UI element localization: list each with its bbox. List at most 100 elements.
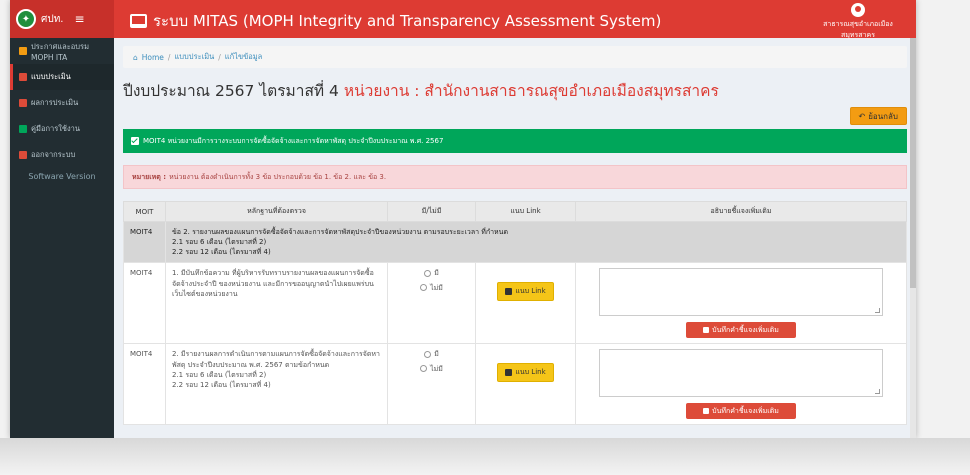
sidebar-item-announcement[interactable]: ประกาศและอบรม MOPH ITA bbox=[10, 38, 114, 64]
explanation-textarea[interactable] bbox=[599, 349, 883, 398]
sidebar-item-assessment[interactable]: แบบประเมิน bbox=[10, 64, 114, 90]
breadcrumb-assessment[interactable]: แบบประเมิน bbox=[174, 51, 214, 63]
breadcrumb-separator: / bbox=[218, 52, 221, 62]
undo-icon: ↶ bbox=[858, 111, 866, 121]
back-button-label: ย้อนกลับ bbox=[868, 111, 898, 121]
sidebar-item-label: คู่มือการใช้งาน bbox=[31, 124, 80, 133]
table-row: MOIT4 1. มีบันทึกข้อความ ที่ผู้บริหารรับ… bbox=[123, 262, 907, 345]
chart-icon bbox=[19, 99, 27, 107]
app-window: ✦ ศปท. ≡ ระบบ MITAS (MOPH Integrity and … bbox=[10, 0, 916, 438]
user-menu[interactable]: สาธารณสุขอำเภอเมืองสมุทรสาคร bbox=[808, 3, 908, 41]
sidebar-item-label: แบบประเมิน bbox=[31, 72, 71, 81]
radio-no-label: ไม่มี bbox=[430, 283, 443, 292]
row-yes-no: มี ไม่มี bbox=[387, 343, 476, 426]
evidence-table: MOIT หลักฐานที่ต้องตรวจ มี/ไม่มี แนบ Lin… bbox=[123, 201, 907, 426]
sidebar-item-label: ประกาศและอบรม MOPH ITA bbox=[31, 41, 90, 62]
row-code: MOIT4 bbox=[123, 262, 166, 345]
header-evidence: หลักฐานที่ต้องตรวจ bbox=[165, 201, 388, 222]
row-evidence-sub1: 2.1 รอบ 6 เดือน (ไตรมาสที่ 2) bbox=[172, 370, 267, 379]
group-line-3: 2.2 รอบ 12 เดือน (ไตรมาสที่ 4) bbox=[172, 248, 271, 257]
group-line-2: 2.1 รอบ 6 เดือน (ไตรมาสที่ 2) bbox=[172, 238, 267, 247]
row-link: แนบ Link bbox=[475, 262, 576, 345]
group-line-1: ข้อ 2. รายงานผลของแผนการจัดซื้อจัดจ้างแล… bbox=[172, 228, 508, 236]
row-explanation: บันทึกคำชี้แจงเพิ่มเติม bbox=[575, 343, 907, 426]
logout-icon bbox=[19, 151, 27, 159]
attach-link-button[interactable]: แนบ Link bbox=[497, 363, 554, 382]
note-alert: หมายเหตุ : หน่วยงาน ต้องดำเนินการทั้ง 3 … bbox=[123, 165, 907, 189]
save-explanation-label: บันทึกคำชี้แจงเพิ่มเติม bbox=[712, 326, 779, 335]
header-explanation: อธิบายชี้แจงเพิ่มเติม bbox=[575, 201, 907, 222]
save-explanation-button[interactable]: บันทึกคำชี้แจงเพิ่มเติม bbox=[686, 403, 796, 420]
indicator-banner: MOIT4 หน่วยงานมีการวางระบบการจัดซื้อจัดจ… bbox=[123, 129, 907, 153]
radio-button[interactable] bbox=[420, 365, 428, 373]
home-icon[interactable]: ⌂ bbox=[133, 53, 138, 62]
sidebar-item-label: ออกจากระบบ bbox=[31, 150, 76, 159]
radio-no[interactable]: ไม่มี bbox=[394, 364, 469, 374]
breadcrumb-separator: / bbox=[167, 52, 171, 62]
indicator-banner-text: MOIT4 หน่วยงานมีการวางระบบการจัดซื้อจัดจ… bbox=[143, 136, 444, 145]
attach-link-label: แนบ Link bbox=[515, 287, 546, 296]
explanation-textarea[interactable] bbox=[599, 268, 883, 317]
page-title-prefix: ปีงบประมาณ 2567 ไตรมาสที่ 4 bbox=[123, 82, 339, 100]
sidebar-item-results[interactable]: ผลการประเมิน bbox=[10, 90, 114, 116]
attach-link-label: แนบ Link bbox=[515, 368, 546, 377]
sidebar-item-manual[interactable]: คู่มือการใช้งาน bbox=[10, 116, 114, 142]
radio-yes[interactable]: มี bbox=[394, 349, 469, 359]
breadcrumb: ⌂ Home / แบบประเมิน / แก้ไขข้อมูล bbox=[123, 46, 907, 68]
menu-toggle-icon[interactable]: ≡ bbox=[74, 12, 84, 26]
row-code: MOIT4 bbox=[123, 343, 166, 426]
row-evidence: 2. มีรายงานผลการดำเนินการตามแผนการจัดซื้… bbox=[165, 343, 388, 426]
row-link: แนบ Link bbox=[475, 343, 576, 426]
back-row: ↶ ย้อนกลับ bbox=[123, 107, 907, 125]
checkbox-icon bbox=[131, 137, 139, 145]
radio-yes[interactable]: มี bbox=[394, 268, 469, 278]
monitor-icon bbox=[130, 14, 147, 28]
page-title-unit: หน่วยงาน : สำนักงานสาธารณสุขอำเภอเมืองสม… bbox=[343, 82, 719, 100]
document-icon bbox=[19, 73, 27, 81]
radio-yes-label: มี bbox=[434, 269, 439, 278]
header-yes-no: มี/ไม่มี bbox=[387, 201, 476, 222]
page-title: ปีงบประมาณ 2567 ไตรมาสที่ 4 หน่วยงาน : ส… bbox=[123, 78, 907, 103]
system-title-text: ระบบ MITAS (MOPH Integrity and Transpare… bbox=[153, 12, 662, 30]
book-icon bbox=[19, 125, 27, 133]
megaphone-icon bbox=[19, 47, 27, 55]
edit-icon bbox=[505, 368, 513, 376]
radio-button[interactable] bbox=[424, 350, 432, 358]
table-row: MOIT4 2. มีรายงานผลการดำเนินการตามแผนการ… bbox=[123, 343, 907, 426]
sidebar-item-label: ผลการประเมิน bbox=[31, 98, 79, 107]
radio-no-label: ไม่มี bbox=[430, 364, 443, 373]
attach-link-button[interactable]: แนบ Link bbox=[497, 282, 554, 301]
group-code: MOIT4 bbox=[123, 220, 166, 264]
sidebar: ประกาศและอบรม MOPH ITA แบบประเมิน ผลการป… bbox=[10, 38, 114, 438]
system-title: ระบบ MITAS (MOPH Integrity and Transpare… bbox=[130, 9, 661, 33]
main-content: ⌂ Home / แบบประเมิน / แก้ไขข้อมูล ปีงบปร… bbox=[114, 38, 916, 438]
radio-button[interactable] bbox=[424, 269, 432, 277]
moph-logo-icon: ✦ bbox=[16, 9, 36, 29]
edit-icon bbox=[505, 287, 513, 295]
header-link: แนบ Link bbox=[475, 201, 576, 222]
brand-area[interactable]: ✦ ศปท. ≡ bbox=[10, 0, 114, 38]
radio-button[interactable] bbox=[420, 284, 428, 292]
breadcrumb-edit: แก้ไขข้อมูล bbox=[224, 52, 263, 61]
breadcrumb-home[interactable]: Home bbox=[142, 53, 164, 62]
note-text: หน่วยงาน ต้องดำเนินการทั้ง 3 ข้อ ประกอบด… bbox=[169, 172, 387, 181]
save-explanation-button[interactable]: บันทึกคำชี้แจงเพิ่มเติม bbox=[686, 322, 796, 339]
group-row: MOIT4 ข้อ 2. รายงานผลของแผนการจัดซื้อจัด… bbox=[123, 220, 907, 264]
back-button[interactable]: ↶ ย้อนกลับ bbox=[849, 107, 907, 125]
sidebar-item-logout[interactable]: ออกจากระบบ bbox=[10, 142, 114, 168]
software-version[interactable]: Software Version bbox=[10, 172, 114, 181]
save-explanation-label: บันทึกคำชี้แจงเพิ่มเติม bbox=[712, 407, 779, 416]
table-header-row: MOIT หลักฐานที่ต้องตรวจ มี/ไม่มี แนบ Lin… bbox=[123, 201, 907, 222]
group-description: ข้อ 2. รายงานผลของแผนการจัดซื้อจัดจ้างแล… bbox=[165, 220, 907, 264]
window-shadow bbox=[0, 438, 970, 475]
row-explanation: บันทึกคำชี้แจงเพิ่มเติม bbox=[575, 262, 907, 345]
row-evidence-sub2: 2.2 รอบ 12 เดือน (ไตรมาสที่ 4) bbox=[172, 380, 271, 389]
save-icon bbox=[703, 327, 710, 334]
radio-yes-label: มี bbox=[434, 350, 439, 359]
user-avatar-icon bbox=[851, 3, 865, 17]
save-icon bbox=[703, 408, 710, 415]
vertical-scrollbar[interactable] bbox=[910, 38, 916, 438]
scrollbar-thumb[interactable] bbox=[910, 38, 916, 288]
row-evidence-text: 2. มีรายงานผลการดำเนินการตามแผนการจัดซื้… bbox=[172, 350, 380, 369]
radio-no[interactable]: ไม่มี bbox=[394, 283, 469, 293]
